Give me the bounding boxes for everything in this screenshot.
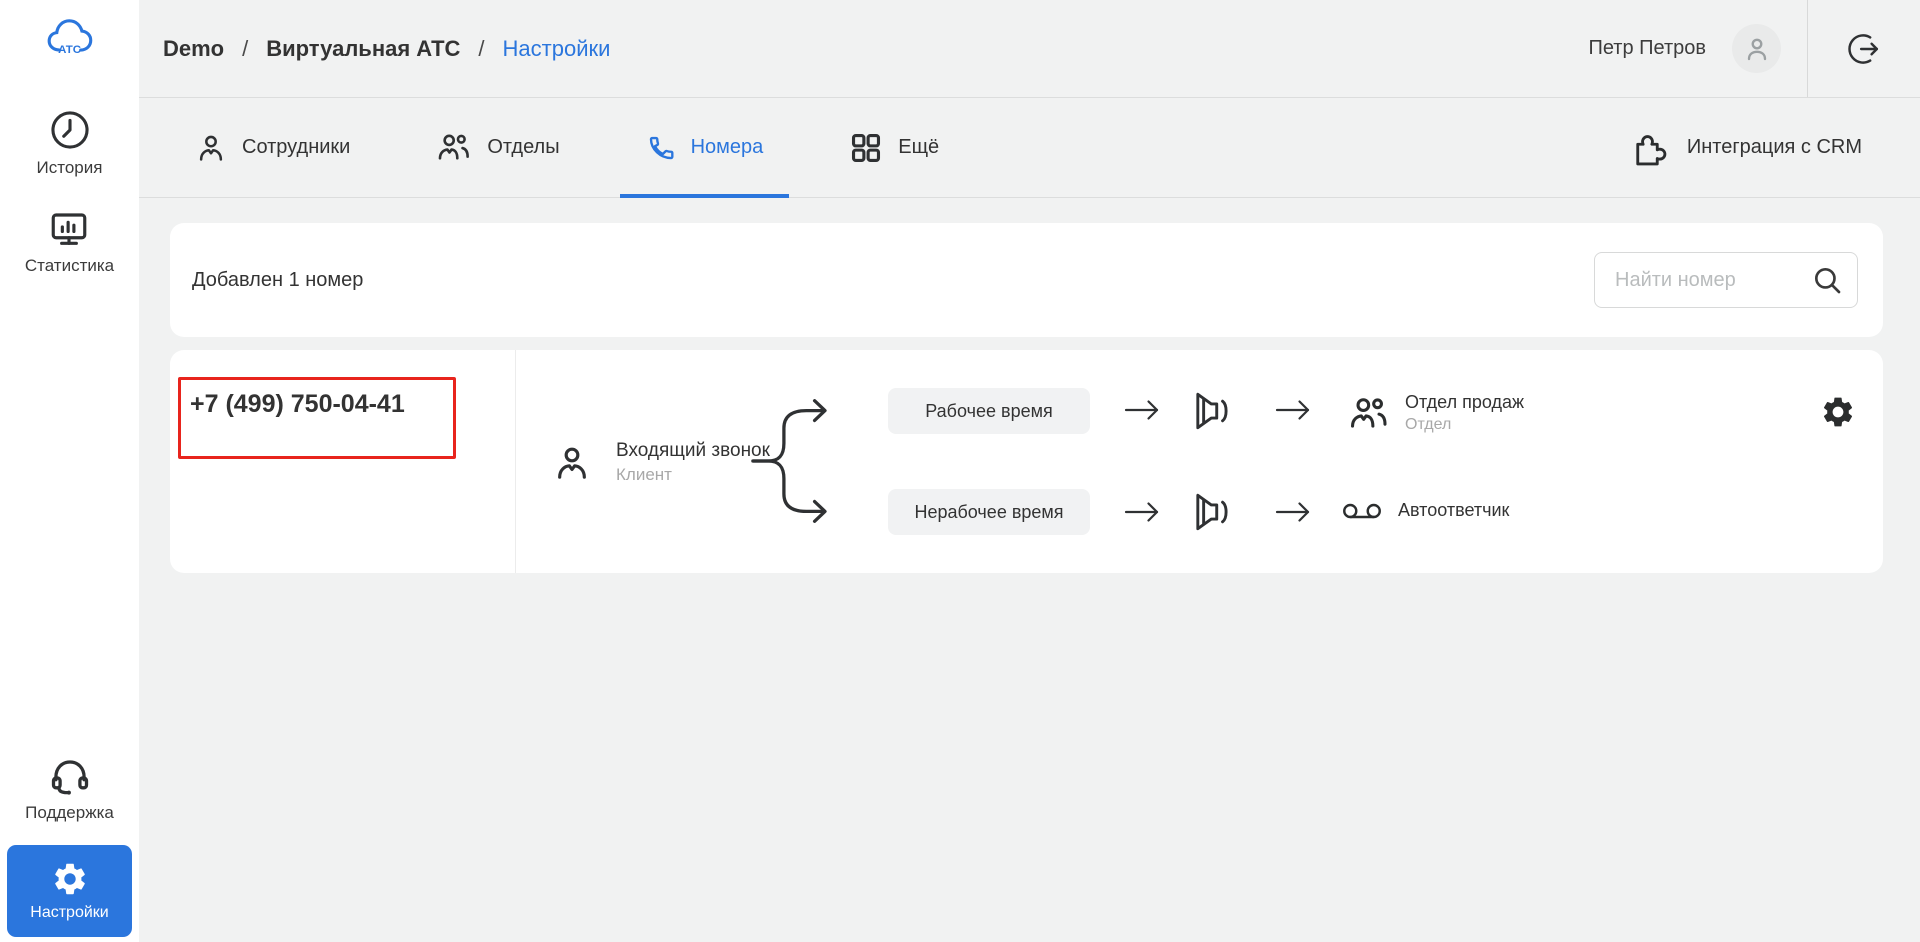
- grid-icon: [849, 131, 883, 165]
- number-settings-gear-button[interactable]: [1820, 394, 1856, 430]
- people-icon: [1348, 394, 1390, 433]
- source-subtitle: Клиент: [616, 465, 672, 484]
- tab-label: Ещё: [898, 136, 940, 158]
- person-icon: [1747, 38, 1766, 60]
- breadcrumb-separator: /: [242, 35, 249, 61]
- sidebar-item-settings[interactable]: Настройки: [7, 845, 132, 937]
- breadcrumb-root[interactable]: Demo: [163, 36, 224, 62]
- people-icon: [436, 131, 472, 164]
- source-text: Входящий звонок Клиент: [616, 440, 770, 485]
- chip-label: Нерабочее время: [914, 501, 1064, 522]
- sidebar-item-history[interactable]: История: [36, 108, 103, 178]
- breadcrumb-section[interactable]: Виртуальная АТС: [266, 36, 460, 62]
- numbers-count-status: Добавлен 1 номер: [192, 268, 364, 291]
- puzzle-icon: [1631, 130, 1667, 166]
- incoming-call-source: Входящий звонок Клиент: [552, 440, 770, 485]
- avatar[interactable]: [1732, 24, 1781, 73]
- voicemail-icon: [1342, 501, 1382, 521]
- tab-label: Сотрудники: [242, 136, 351, 158]
- tab-numbers[interactable]: Номера: [619, 98, 790, 198]
- tabbar: Сотрудники Отделы Номера Ещё Интеграция …: [139, 98, 1920, 198]
- search-icon[interactable]: [1811, 264, 1843, 296]
- search-input[interactable]: [1613, 267, 1811, 293]
- number-routing-card: +7 (499) 750-04-41 Входящий звонок Клиен…: [170, 350, 1883, 573]
- search-box: [1594, 252, 1858, 308]
- sidebar-item-label: Статистика: [24, 256, 115, 275]
- user-name: Петр Петров: [1588, 37, 1706, 59]
- header: Demo / Виртуальная АТС / Настройки Петр …: [139, 0, 1920, 98]
- offwork-time-chip[interactable]: Нерабочее время: [888, 489, 1090, 535]
- header-right: Петр Петров: [1588, 0, 1920, 97]
- tab-label: Отделы: [487, 136, 560, 158]
- virtual-pbx-app: АТС История Статистика Поддержка Настрой…: [0, 0, 1920, 942]
- breadcrumb-current: Настройки: [502, 35, 611, 61]
- tab-more[interactable]: Ещё: [823, 98, 965, 197]
- crm-label: Интеграция с CRM: [1686, 136, 1862, 158]
- sidebar-item-label: Поддержка: [25, 803, 114, 822]
- phone-number[interactable]: +7 (499) 750-04-41: [190, 390, 405, 419]
- cloud-icon: АТС: [47, 19, 92, 56]
- target-subtitle: Отдел: [1405, 416, 1452, 433]
- chip-label: Рабочее время: [925, 400, 1053, 421]
- main-area: Demo / Виртуальная АТС / Настройки Петр …: [139, 0, 1920, 942]
- arrow-right-icon: [1275, 397, 1311, 423]
- source-title: Входящий звонок: [616, 440, 770, 461]
- atc-cloud-logo[interactable]: АТС: [45, 14, 95, 60]
- clock-icon: [48, 108, 92, 152]
- arrow-right-icon: [1275, 499, 1311, 525]
- tab-employees[interactable]: Сотрудники: [169, 98, 376, 197]
- speaker-icon: [1192, 389, 1232, 433]
- sidebar-item-label: История: [36, 158, 103, 177]
- numbers-toolbar-card: Добавлен 1 номер: [170, 223, 1883, 337]
- target-title: Автоответчик: [1398, 500, 1510, 520]
- phone-icon: [646, 133, 676, 163]
- crm-integration-button[interactable]: Интеграция с CRM: [1631, 98, 1920, 197]
- offwork-target-voicemail[interactable]: Автоответчик: [1342, 500, 1509, 521]
- arrow-right-icon: [1124, 499, 1160, 525]
- gear-icon: [51, 860, 89, 898]
- sidebar-item-support[interactable]: Поддержка: [25, 753, 114, 823]
- logout-button[interactable]: [1808, 30, 1920, 68]
- logout-icon: [1848, 33, 1879, 64]
- card-vertical-divider: [515, 350, 516, 573]
- gear-icon: [1823, 397, 1853, 427]
- tab-departments[interactable]: Отделы: [410, 98, 585, 197]
- breadcrumb: Demo / Виртуальная АТС / Настройки: [163, 36, 610, 62]
- sidebar: АТС История Статистика Поддержка Настрой…: [0, 0, 139, 942]
- arrow-right-icon: [1124, 397, 1160, 423]
- speaker-icon: [1192, 490, 1232, 534]
- sidebar-item-statistics[interactable]: Статистика: [25, 208, 114, 276]
- person-icon: [552, 443, 592, 483]
- work-time-chip[interactable]: Рабочее время: [888, 388, 1090, 434]
- target-text: Отдел продаж Отдел: [1405, 392, 1524, 434]
- work-time-target-department[interactable]: Отдел продаж Отдел: [1348, 392, 1524, 434]
- tab-label: Номера: [690, 136, 764, 158]
- breadcrumb-separator: /: [478, 35, 485, 61]
- statistics-monitor-icon: [48, 208, 90, 250]
- content: Добавлен 1 номер +7 (499) 750-04-41: [139, 198, 1920, 942]
- logo-text: АТС: [58, 44, 81, 56]
- person-icon: [195, 132, 227, 164]
- target-title: Отдел продаж: [1405, 392, 1524, 412]
- branch-fork-icon: [748, 398, 862, 524]
- headset-icon: [48, 753, 92, 797]
- sidebar-item-label: Настройки: [30, 904, 109, 921]
